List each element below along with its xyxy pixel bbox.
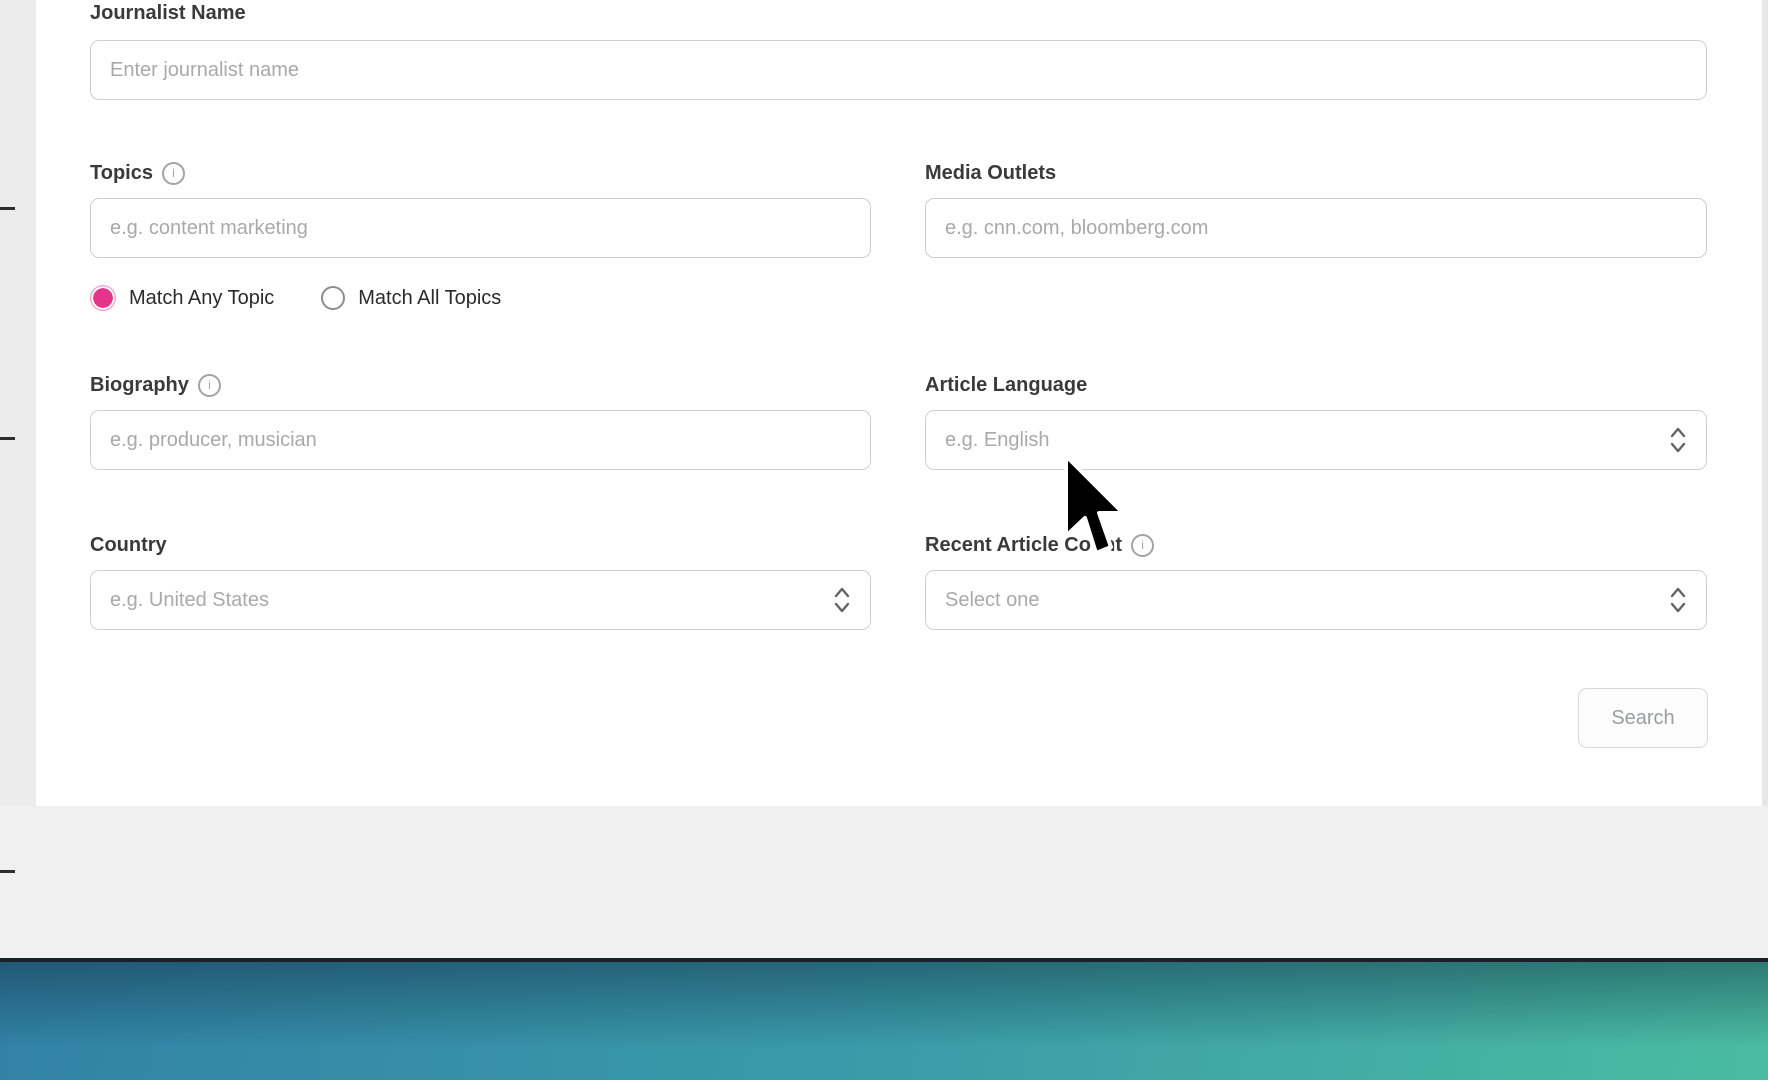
topics-input[interactable] [90,198,871,258]
biography-input[interactable] [90,410,871,470]
media-outlets-input[interactable] [925,198,1707,258]
radio-match-all-topics[interactable]: Match All Topics [321,286,501,310]
recent-article-count-select[interactable]: Select one [925,570,1707,630]
journalist-name-input[interactable] [90,40,1707,100]
chevron-up-down-icon [1669,585,1687,615]
teal-gradient-band [0,962,1768,1080]
topics-label: Topics i [90,160,185,186]
biography-label: Biography i [90,372,221,398]
radio-match-any-topic[interactable]: Match Any Topic [90,285,274,311]
journalist-name-label: Journalist Name [90,0,246,26]
info-icon[interactable]: i [162,162,185,185]
mouse-cursor [1062,452,1128,558]
country-label: Country [90,532,167,558]
left-edge-mark [0,437,15,440]
article-language-label: Article Language [925,372,1087,398]
search-button[interactable]: Search [1578,688,1708,748]
info-icon[interactable]: i [198,374,221,397]
article-language-select[interactable]: e.g. English [925,410,1707,470]
media-outlets-label: Media Outlets [925,160,1056,186]
radio-unselected-icon [321,286,345,310]
info-icon[interactable]: i [1131,534,1154,557]
country-select[interactable]: e.g. United States [90,570,871,630]
search-form-card: Journalist Name Topics i Media Outlets M… [36,0,1762,806]
left-edge-mark [0,870,15,873]
topic-match-radio-group: Match Any Topic Match All Topics [90,284,501,312]
chevron-up-down-icon [1669,425,1687,455]
radio-selected-icon [90,285,116,311]
page-background-band [0,806,1768,958]
left-edge-mark [0,207,15,210]
chevron-up-down-icon [833,585,851,615]
